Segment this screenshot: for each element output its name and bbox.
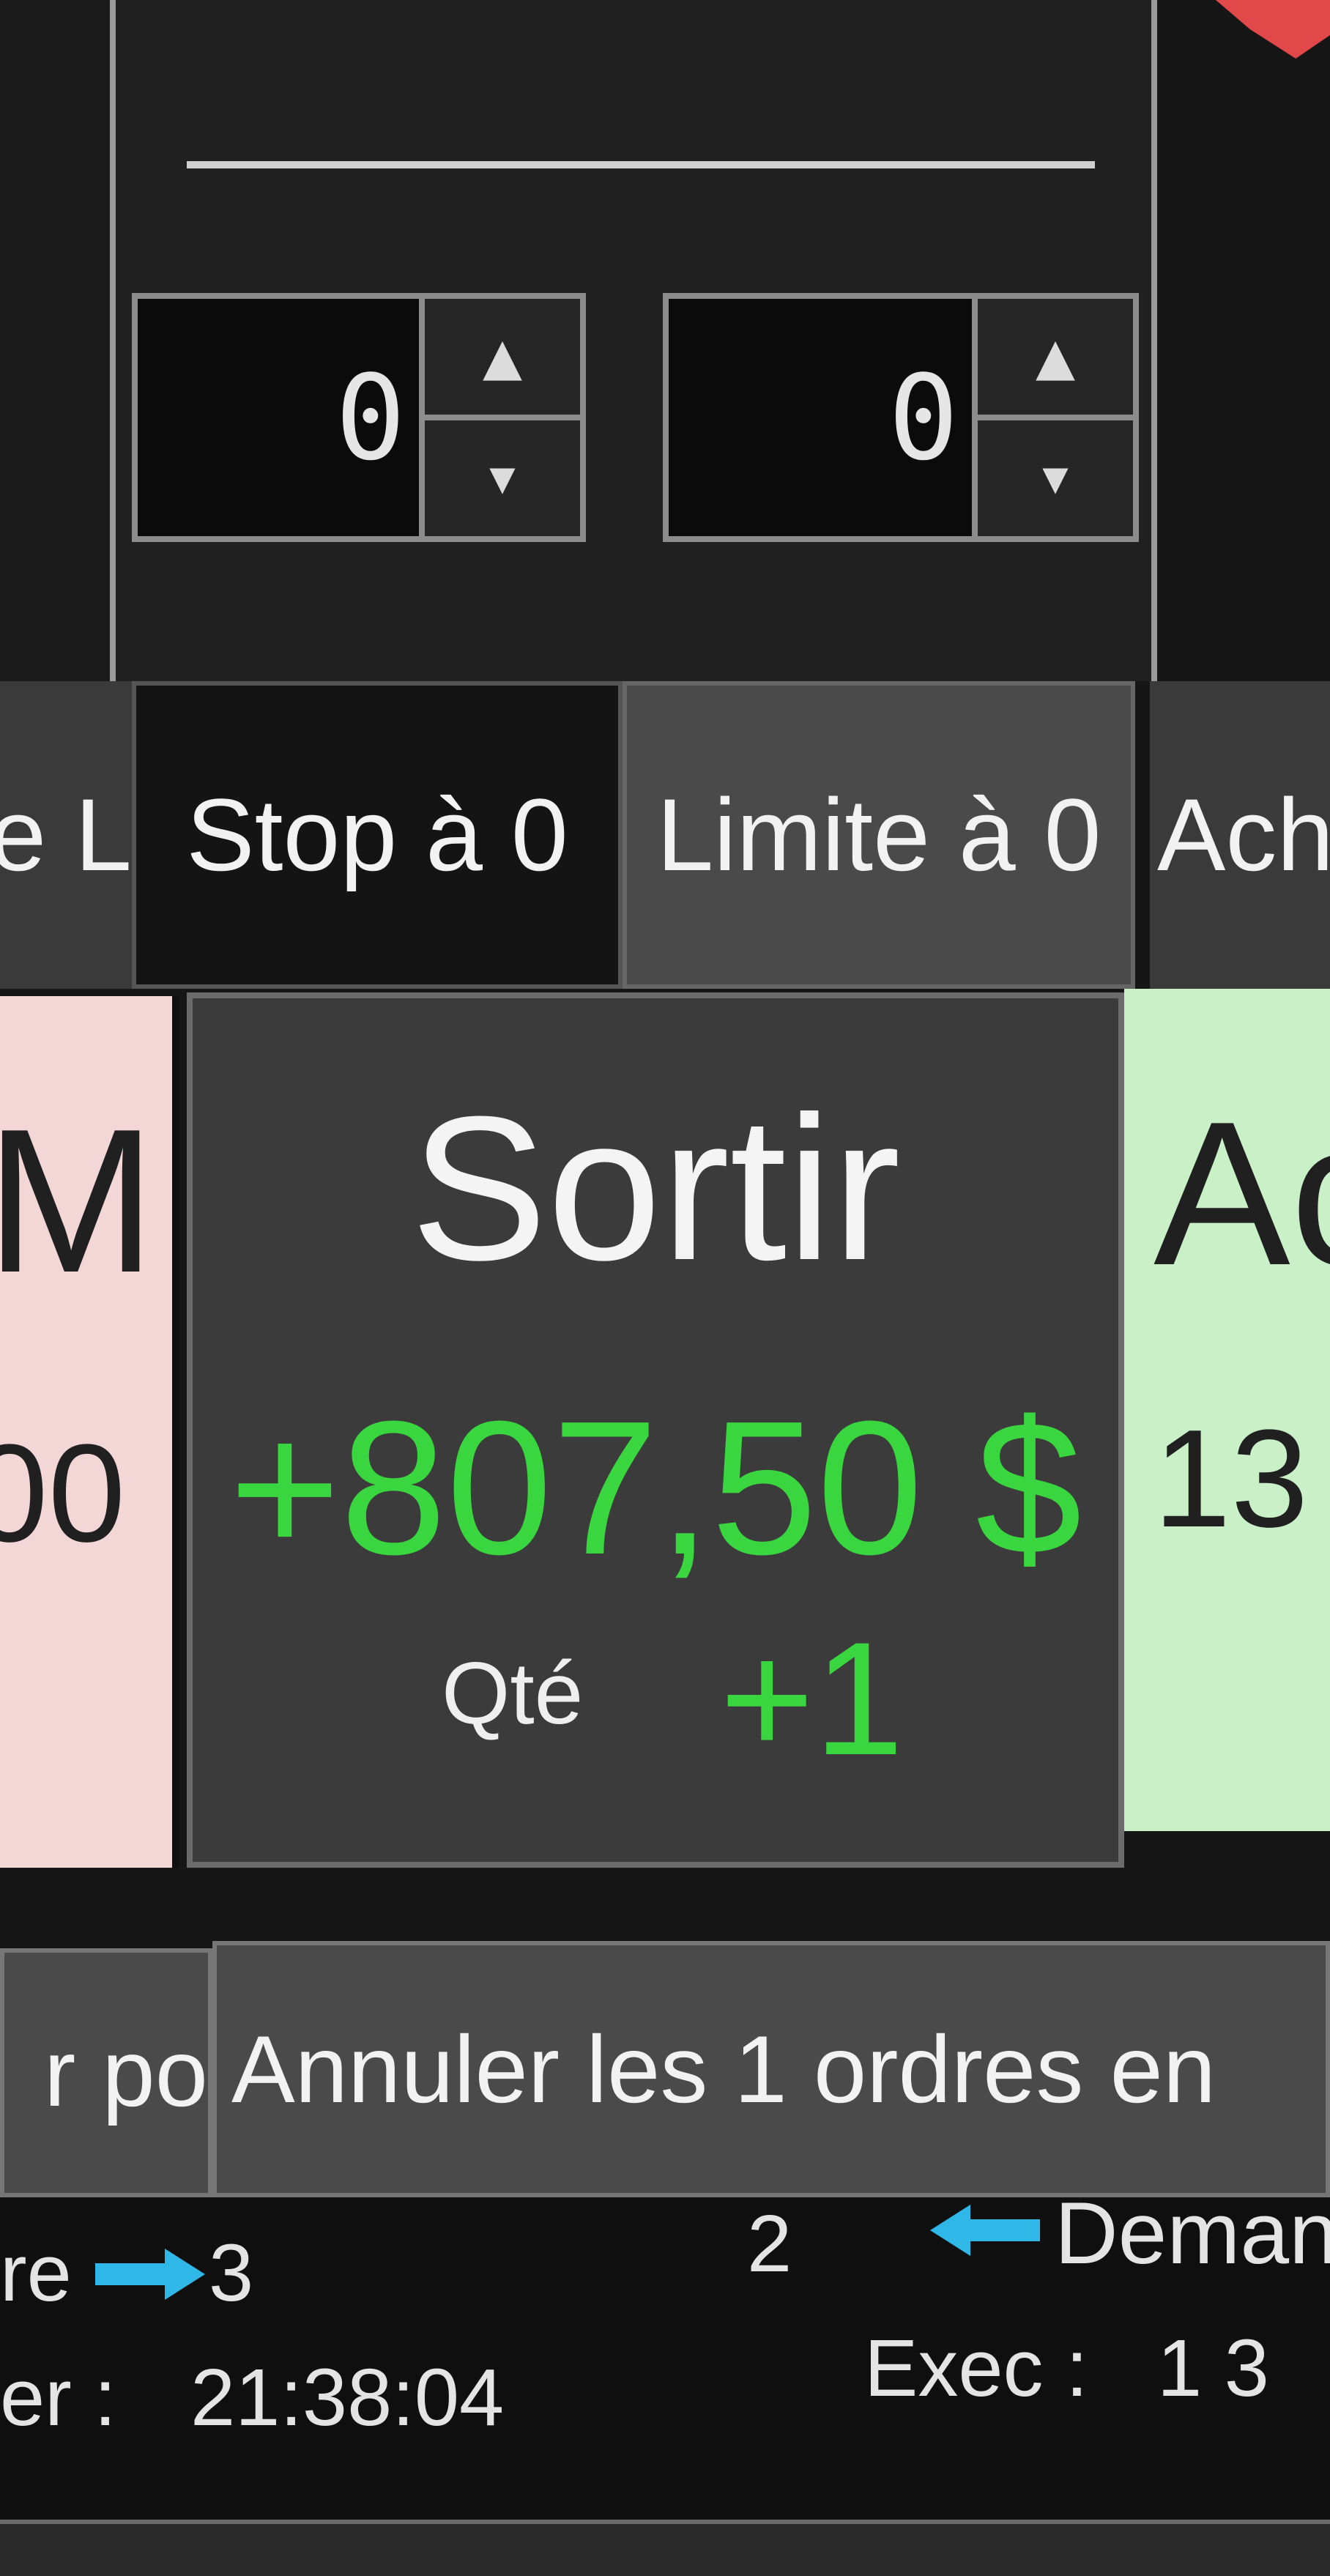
cancel-partial-button[interactable]: r po — [0, 1948, 212, 2197]
cancel-orders-button[interactable]: Annuler les 1 ordres en — [212, 1941, 1330, 2197]
increment-arrow-icon[interactable]: ▲ — [978, 299, 1133, 415]
exit-title: Sortir — [410, 1074, 901, 1303]
sell-panel-label: M — [0, 1087, 157, 1315]
status-left-label: re — [0, 2228, 72, 2318]
exec-value: 1 3 — [1157, 2323, 1269, 2413]
buy-partial-button[interactable]: Ach — [1150, 681, 1330, 989]
bottom-strip — [0, 2520, 1330, 2576]
limit-at-zero-button[interactable]: Limite à 0 — [623, 681, 1135, 989]
limit-ticks-stepper: ▲ ▼ — [972, 299, 1133, 536]
left-arrow-icon — [930, 2205, 1040, 2256]
right-dark-area — [1157, 0, 1330, 681]
decrement-arrow-icon[interactable]: ▼ — [425, 415, 580, 536]
stop-ticks-value[interactable]: 0 — [138, 299, 419, 536]
decrement-arrow-icon[interactable]: ▼ — [978, 415, 1133, 536]
sell-market-panel[interactable]: M 00 — [0, 996, 179, 1868]
last-update-time: 21:38:04 — [190, 2353, 505, 2443]
divider-line — [187, 161, 1095, 168]
stop-ticks-stepper: ▲ ▼ — [419, 299, 580, 536]
time-label: er : — [0, 2353, 116, 2443]
buy-panel-value: 13 — [1153, 1401, 1309, 1556]
left-dark-area — [0, 0, 110, 681]
sell-panel-value: 00 — [0, 1416, 126, 1571]
quantity-value: +1 — [720, 1608, 904, 1789]
stop-ticks-spinbox[interactable]: 0 ▲ ▼ — [132, 293, 586, 542]
limit-ticks-spinbox[interactable]: 0 ▲ ▼ — [663, 293, 1139, 542]
profit-loss-value: +807,50 $ — [229, 1382, 1082, 1595]
exit-position-button[interactable]: Sortir +807,50 $ Qté +1 — [187, 992, 1124, 1868]
exec-label: Exec : — [864, 2323, 1088, 2413]
status-left-count: 3 — [209, 2228, 254, 2318]
stop-at-zero-button[interactable]: Stop à 0 — [132, 681, 623, 989]
status-mid-count: 2 — [747, 2199, 792, 2289]
buy-panel-label: Ac — [1153, 1080, 1330, 1308]
increment-arrow-icon[interactable]: ▲ — [425, 299, 580, 415]
left-partial-button[interactable]: e L — [0, 681, 132, 989]
quantity-label: Qté — [442, 1644, 584, 1742]
right-arrow-icon — [95, 2249, 205, 2300]
status-right-label: Deman — [1055, 2184, 1330, 2282]
buy-market-panel[interactable]: Ac 13 — [1124, 989, 1330, 1831]
limit-ticks-value[interactable]: 0 — [669, 299, 972, 536]
